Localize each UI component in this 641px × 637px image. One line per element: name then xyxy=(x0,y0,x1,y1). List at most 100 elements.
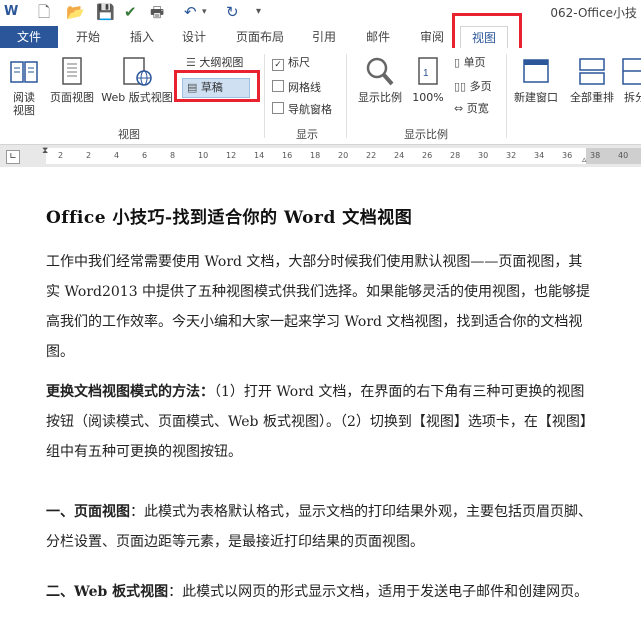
window-title: 062-Office小技 xyxy=(550,6,637,20)
undo-dropdown-icon[interactable]: ▾ xyxy=(202,3,207,21)
page-width-icon: ⇔ xyxy=(454,102,464,115)
one-page-label: 单页 xyxy=(463,56,486,69)
separator xyxy=(346,54,347,138)
page-width-label: 页宽 xyxy=(466,102,489,115)
nav-pane-checkbox[interactable]: 导航窗格 xyxy=(272,102,332,117)
web-layout-label: Web 版式视图 xyxy=(101,91,173,104)
ruler-tick-label: 20 xyxy=(338,151,349,160)
multi-page-label: 多页 xyxy=(469,80,492,93)
ruler-tick-label: 22 xyxy=(366,151,377,160)
ruler-tick-label: 36 xyxy=(562,151,573,160)
print-layout-label: 页面视图 xyxy=(50,91,94,104)
web-layout-icon xyxy=(123,57,152,86)
tab-page-layout[interactable]: 页面布局 xyxy=(228,26,292,48)
undo-icon[interactable]: ↶ xyxy=(184,3,197,21)
web-layout-text: ：此模式以网页的形式显示文档，适用于发送电子邮件和创建网页。 xyxy=(168,584,589,600)
spelling-check-icon[interactable]: ✔ xyxy=(124,3,137,21)
zoom-button[interactable]: 显示比例 xyxy=(352,56,408,104)
ruler-checkbox[interactable]: ✓ 标尺 xyxy=(272,56,310,71)
new-window-button[interactable]: 新建窗口 xyxy=(508,56,564,104)
tab-insert[interactable]: 插入 xyxy=(118,26,166,48)
gridlines-checkbox[interactable]: 网格线 xyxy=(272,80,321,95)
page-width-button[interactable]: ⇔ 页宽 xyxy=(454,102,489,116)
svg-text:1: 1 xyxy=(423,68,429,79)
ruler-tick-label: 34 xyxy=(534,151,545,160)
split-button[interactable]: 拆分 xyxy=(620,56,641,104)
ruler-tick-label: 4 xyxy=(114,151,120,160)
nav-pane-label: 导航窗格 xyxy=(288,103,332,116)
ribbon-view: 阅读 视图 页面视图 Web 版式视图 ☰ 大纲视图 ▤ 草稿 视图 ✓ 标尺 网… xyxy=(0,48,641,145)
ruler-tick-label: 30 xyxy=(478,151,489,160)
arrange-all-button[interactable]: 全部重排 xyxy=(564,56,620,104)
save-icon[interactable]: 💾 xyxy=(96,3,115,21)
ruler-label: 标尺 xyxy=(288,56,310,69)
ruler-tick-label: 14 xyxy=(254,151,265,160)
tab-selector-icon[interactable]: ∟ xyxy=(6,150,20,164)
ruler-tick-label: 8 xyxy=(170,151,176,160)
outline-button[interactable]: ☰ 大纲视图 xyxy=(186,56,243,70)
paragraph-methods: 更换文档视图模式的方法：（1）打开 Word 文档，在界面的右下角有三种可更换的… xyxy=(46,377,594,467)
methods-heading: 更换文档视图模式的方法： xyxy=(46,384,214,400)
print-preview-icon[interactable]: 🖶 xyxy=(150,3,164,21)
ruler-tick-label: 38 xyxy=(590,151,601,160)
redo-icon[interactable]: ↻ xyxy=(226,3,239,21)
ruler-tick-label: 24 xyxy=(394,151,405,160)
customize-toolbar-icon[interactable]: ▾ xyxy=(256,3,261,21)
magnifier-icon xyxy=(366,57,394,86)
read-mode-button[interactable]: 阅读 视图 xyxy=(4,56,44,117)
separator xyxy=(506,54,507,138)
nav-pane-check-icon xyxy=(272,102,284,114)
ruler-tick-label: 2 xyxy=(58,151,64,160)
zoom-label: 显示比例 xyxy=(358,91,402,104)
ruler-tick-label: 2 xyxy=(86,151,92,160)
ruler-tick-label: 16 xyxy=(282,151,293,160)
web-layout-heading: 二、Web 板式视图 xyxy=(46,584,169,600)
one-page-button[interactable]: ▯ 单页 xyxy=(454,56,486,70)
ruler-tick-label: 32 xyxy=(506,151,517,160)
zoom-100-button[interactable]: 1 100% xyxy=(410,56,446,104)
multi-page-button[interactable]: ▯▯ 多页 xyxy=(454,80,492,94)
open-folder-icon[interactable]: 📂 xyxy=(66,3,85,21)
right-indent-marker-icon[interactable]: ▵ xyxy=(582,155,587,165)
tab-references[interactable]: 引用 xyxy=(300,26,348,48)
zoom-group-label: 显示比例 xyxy=(404,128,448,141)
print-layout-icon xyxy=(62,57,82,85)
indent-marker-icon[interactable]: ⧗ xyxy=(42,146,48,156)
zoom-100-label: 100% xyxy=(412,91,444,104)
new-document-icon[interactable]: 🗋 xyxy=(38,3,50,21)
paragraph-print-layout: 一、页面视图：此模式为表格默认格式，显示文档的打印结果外观，主要包括页眉页脚、分… xyxy=(46,497,594,557)
web-layout-button[interactable]: Web 版式视图 xyxy=(98,56,176,104)
read-mode-icon xyxy=(10,61,38,83)
ruler-tick-label: 6 xyxy=(142,151,148,160)
print-layout-button[interactable]: 页面视图 xyxy=(46,56,98,104)
view-group-label: 视图 xyxy=(118,128,140,141)
arrange-all-label: 全部重排 xyxy=(570,91,614,104)
tab-mailings[interactable]: 邮件 xyxy=(354,26,402,48)
ruler-tick-label: 40 xyxy=(618,151,629,160)
ruler-tick-label: 28 xyxy=(450,151,461,160)
ruler-tick-label: 10 xyxy=(198,151,209,160)
tab-review[interactable]: 审阅 xyxy=(408,26,456,48)
highlight-draft xyxy=(174,70,260,102)
multi-page-icon: ▯▯ xyxy=(454,80,467,93)
outline-label: 大纲视图 xyxy=(199,56,244,69)
document-title: Office 小技巧-找到适合你的 Word 文档视图 xyxy=(46,208,413,228)
title-bar: W 🗋 📂 💾 ✔ 🖶 ↶ ▾ ↻ ▾ 062-Office小技 xyxy=(0,0,641,26)
split-label: 拆分 xyxy=(624,91,641,104)
tab-home[interactable]: 开始 xyxy=(64,26,112,48)
gridlines-label: 网格线 xyxy=(288,81,321,94)
paragraph-intro: 工作中我们经常需要使用 Word 文档，大部分时候我们使用默认视图——页面视图，… xyxy=(46,254,591,360)
separator xyxy=(264,54,265,138)
tab-file[interactable]: 文件 xyxy=(0,26,58,48)
zoom-100-icon: 1 xyxy=(418,57,438,85)
read-mode-label: 阅读 视图 xyxy=(13,91,35,117)
horizontal-ruler[interactable]: ∟ ⧗ ▵ 2 2 4 6 8 10 12 14 16 18 20 22 24 26 28 30 32 34 36 3… xyxy=(0,145,641,167)
ruler-tick-label: 26 xyxy=(422,151,433,160)
ruler-tick-label: 18 xyxy=(310,151,321,160)
outline-icon: ☰ xyxy=(186,56,196,69)
document-page[interactable]: Office 小技巧-找到适合你的 Word 文档视图 工作中我们经常需要使用 … xyxy=(0,167,641,637)
ribbon-tabs: 文件 开始 插入 设计 页面布局 引用 邮件 审阅 视图 xyxy=(0,26,641,49)
show-group-label: 显示 xyxy=(296,128,318,141)
gridlines-check-icon xyxy=(272,80,284,92)
tab-design[interactable]: 设计 xyxy=(170,26,218,48)
